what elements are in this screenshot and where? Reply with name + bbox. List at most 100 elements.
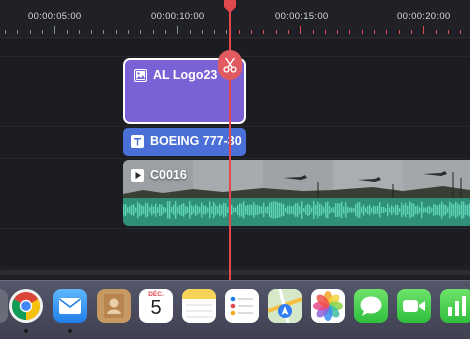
waveform-bar xyxy=(261,206,263,214)
waveform-bar xyxy=(417,205,419,215)
contacts-icon[interactable] xyxy=(97,289,131,323)
waveform-bar xyxy=(185,206,187,214)
video-clip[interactable]: C0016 xyxy=(123,160,470,226)
calendar-day: 5 xyxy=(150,297,162,319)
waveform-bar xyxy=(303,207,305,213)
waveform-bar xyxy=(169,201,171,219)
ruler-tick xyxy=(349,30,351,34)
waveform-bar xyxy=(437,205,439,215)
waveform-bar xyxy=(285,207,287,213)
waveform-bar xyxy=(263,202,265,218)
waveform-bar xyxy=(215,204,217,216)
waveform-bar xyxy=(147,203,149,217)
waveform-bar xyxy=(465,205,467,215)
facetime-icon[interactable] xyxy=(397,289,431,323)
ruler-tick xyxy=(115,30,117,34)
calendar-icon[interactable]: DÉC. 5 xyxy=(139,289,173,323)
messages-icon[interactable] xyxy=(354,289,388,323)
waveform-bar xyxy=(389,207,391,213)
numbers-icon[interactable] xyxy=(440,289,470,323)
ruler-tick xyxy=(312,30,314,34)
waveform-bar xyxy=(191,204,193,216)
waveform-bar xyxy=(329,206,331,214)
waveform-bar xyxy=(441,201,443,219)
running-indicator xyxy=(68,329,72,333)
waveform-bar xyxy=(433,203,435,217)
ruler-tick xyxy=(300,26,302,34)
ruler-tick xyxy=(374,30,375,34)
chrome-icon[interactable] xyxy=(9,289,43,323)
waveform-bar xyxy=(397,205,399,215)
mail-icon[interactable] xyxy=(53,289,87,323)
split-scissors-button[interactable] xyxy=(218,50,242,80)
waveform-bar xyxy=(293,205,295,215)
waveform-bar xyxy=(435,204,437,216)
waveform-bar xyxy=(387,203,389,217)
timeline-scrollbar[interactable] xyxy=(0,266,470,278)
maps-icon[interactable] xyxy=(268,289,302,323)
waveform-bar xyxy=(269,202,271,218)
clip-label-row: C0016 xyxy=(131,168,187,182)
waveform-bar xyxy=(413,203,415,217)
text-icon xyxy=(131,134,144,148)
waveform-bar xyxy=(439,204,441,216)
waveform-bar xyxy=(239,203,241,217)
play-icon xyxy=(131,168,144,182)
waveform-bar xyxy=(283,204,285,216)
waveform-bar xyxy=(377,205,379,215)
waveform-bar xyxy=(295,203,297,217)
waveform-bar xyxy=(159,204,161,216)
playhead-handle[interactable] xyxy=(223,0,237,14)
photos-icon[interactable] xyxy=(311,289,345,323)
waveform-bar xyxy=(409,201,411,219)
ruler-tick xyxy=(5,30,6,34)
waveform-bar xyxy=(455,201,457,219)
waveform-bar xyxy=(405,202,407,218)
waveform-bar xyxy=(197,205,199,215)
waveform-bar xyxy=(171,207,173,213)
waveform-bar xyxy=(309,204,311,216)
waveform-bar xyxy=(175,201,177,219)
waveform-bar xyxy=(133,204,135,216)
ruler-tick xyxy=(226,30,228,34)
waveform-bar xyxy=(347,206,349,214)
partial-app-icon[interactable] xyxy=(0,289,8,323)
waveform-bar xyxy=(365,207,367,213)
waveform-bar xyxy=(137,201,139,219)
clip-title: BOEING 777-30 xyxy=(150,134,242,148)
waveform-bar xyxy=(195,204,197,216)
ruler-tick xyxy=(263,30,265,34)
waveform-bar xyxy=(237,205,239,215)
waveform-bar xyxy=(223,202,225,218)
waveform-bar xyxy=(153,206,155,214)
waveform-bar xyxy=(251,204,253,216)
ruler-tick xyxy=(152,30,154,34)
waveform-bar xyxy=(327,201,329,219)
text-title-clip[interactable]: BOEING 777-30 xyxy=(123,128,246,156)
timecode-label: 00:00:05:00 xyxy=(28,11,82,22)
waveform-bar xyxy=(331,207,333,213)
ruler-tick xyxy=(447,30,449,34)
waveform-bar xyxy=(391,205,393,215)
macos-dock: DÉC. 5 xyxy=(0,280,470,339)
waveform-bar xyxy=(353,207,355,213)
waveform-bar xyxy=(457,203,459,217)
reminders-icon[interactable] xyxy=(225,289,259,323)
waveform-bar xyxy=(243,201,245,219)
waveform-bar xyxy=(181,204,183,216)
waveform-bar xyxy=(151,204,153,216)
waveform-bar xyxy=(287,205,289,215)
running-indicator xyxy=(24,329,28,333)
ruler-tick xyxy=(41,30,43,34)
waveform-bar xyxy=(183,203,185,217)
scrollbar-thumb[interactable] xyxy=(0,270,470,275)
waveform-bar xyxy=(143,206,145,214)
waveform-bar xyxy=(375,206,377,214)
waveform-bar xyxy=(125,204,127,216)
waveform-bar xyxy=(235,207,237,213)
notes-icon[interactable] xyxy=(182,289,216,323)
waveform-bar xyxy=(399,207,401,213)
ruler-tick xyxy=(337,30,339,34)
waveform-bar xyxy=(321,204,323,216)
waveform-bar xyxy=(401,202,403,218)
